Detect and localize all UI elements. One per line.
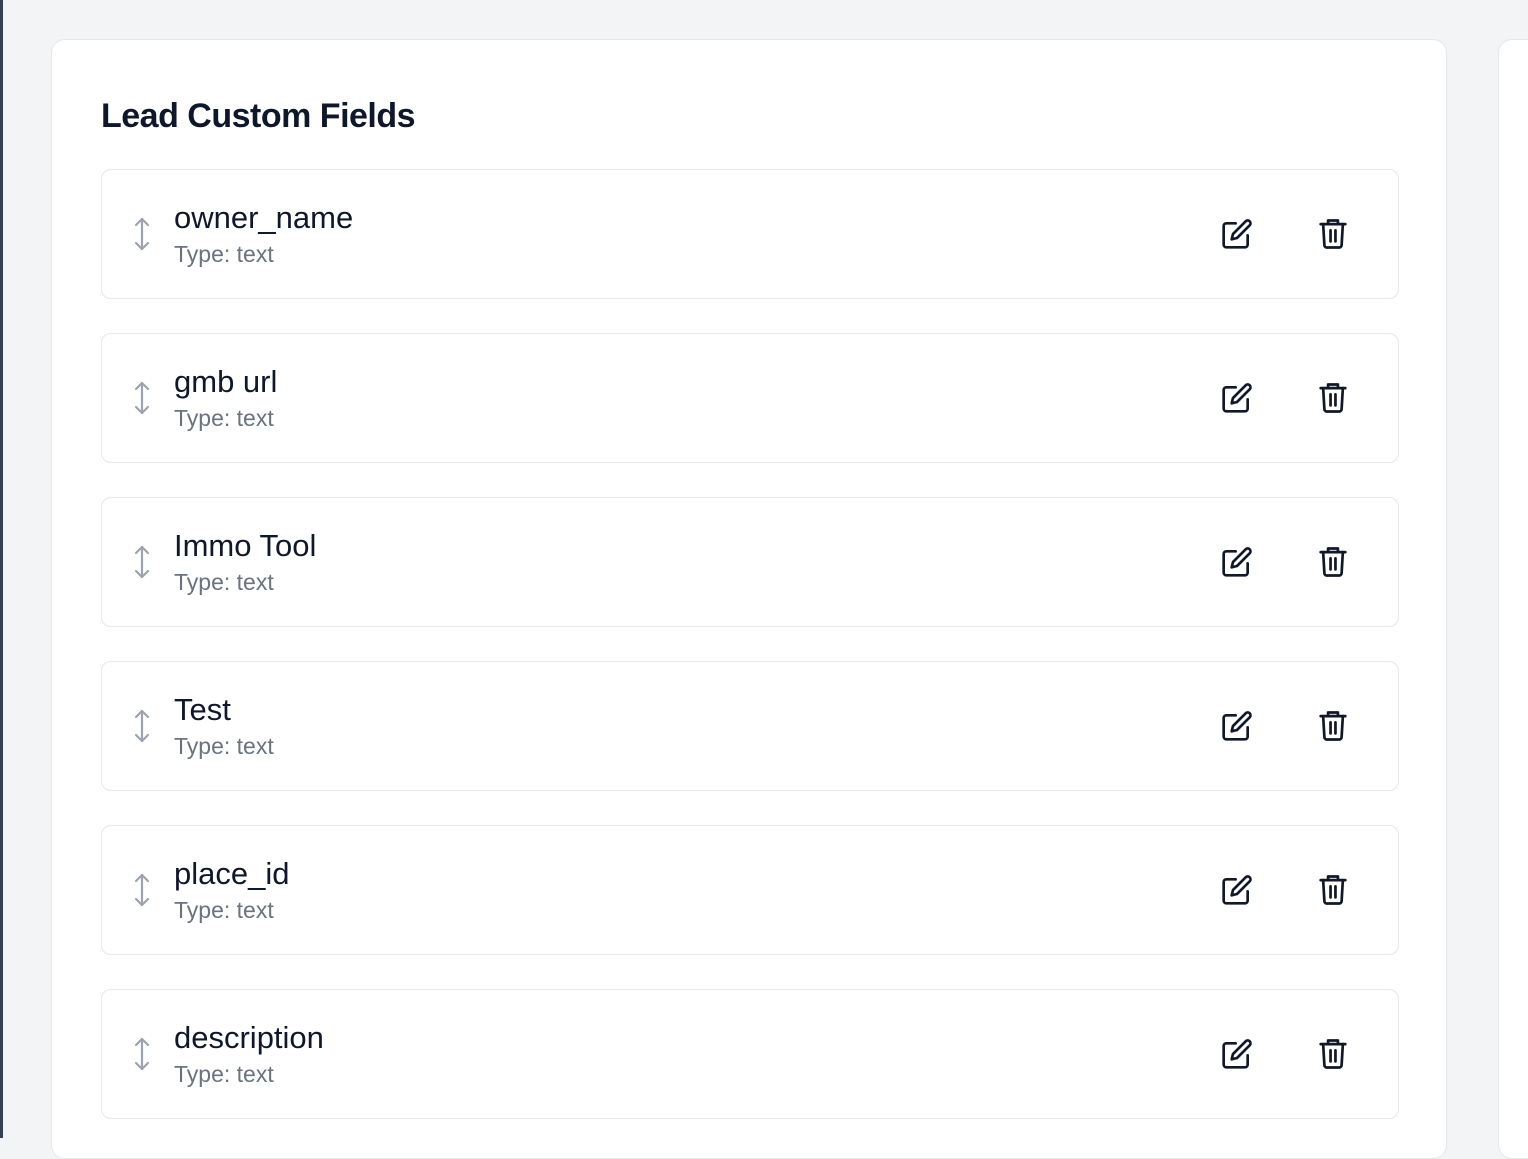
edit-icon <box>1222 547 1252 577</box>
trash-icon <box>1319 383 1347 413</box>
field-type: Type: text <box>174 405 274 431</box>
delete-button[interactable] <box>1313 1034 1353 1074</box>
custom-field-row[interactable]: owner_name Type: text <box>101 169 1399 299</box>
custom-field-list: owner_name Type: text gmb url Type: text <box>101 169 1399 1153</box>
field-info: Immo Tool Type: text <box>174 528 1217 596</box>
custom-field-row[interactable]: gmb url Type: text <box>101 333 1399 463</box>
trash-icon <box>1319 219 1347 249</box>
trash-icon <box>1319 547 1347 577</box>
delete-button[interactable] <box>1313 542 1353 582</box>
edit-icon <box>1222 711 1252 741</box>
field-info: description Type: text <box>174 1020 1217 1088</box>
drag-handle-icon[interactable] <box>132 380 152 416</box>
delete-button[interactable] <box>1313 706 1353 746</box>
field-type: Type: text <box>174 241 274 267</box>
custom-field-row[interactable]: Immo Tool Type: text <box>101 497 1399 627</box>
trash-icon <box>1319 1039 1347 1069</box>
drag-handle-icon[interactable] <box>132 872 152 908</box>
delete-button[interactable] <box>1313 378 1353 418</box>
edit-icon <box>1222 875 1252 905</box>
edit-button[interactable] <box>1217 214 1257 254</box>
delete-button[interactable] <box>1313 870 1353 910</box>
lead-custom-fields-panel: Lead Custom Fields owner_name Type: text… <box>51 39 1447 1159</box>
adjacent-panel <box>1498 39 1528 1159</box>
field-name: Test <box>174 692 231 727</box>
field-name: description <box>174 1020 324 1055</box>
field-type: Type: text <box>174 897 274 923</box>
field-type: Type: text <box>174 569 274 595</box>
trash-icon <box>1319 711 1347 741</box>
field-info: gmb url Type: text <box>174 364 1217 432</box>
trash-icon <box>1319 875 1347 905</box>
custom-field-row[interactable]: place_id Type: text <box>101 825 1399 955</box>
custom-field-row[interactable]: description Type: text <box>101 989 1399 1119</box>
field-name: owner_name <box>174 200 354 235</box>
edit-icon <box>1222 1039 1252 1069</box>
edit-button[interactable] <box>1217 542 1257 582</box>
drag-handle-icon[interactable] <box>132 708 152 744</box>
field-name: Immo Tool <box>174 528 317 563</box>
edit-button[interactable] <box>1217 706 1257 746</box>
window-edge <box>0 0 3 1138</box>
field-type: Type: text <box>174 1061 274 1087</box>
edit-icon <box>1222 219 1252 249</box>
delete-button[interactable] <box>1313 214 1353 254</box>
edit-button[interactable] <box>1217 870 1257 910</box>
custom-field-row[interactable]: Test Type: text <box>101 661 1399 791</box>
field-name: gmb url <box>174 364 278 399</box>
edit-icon <box>1222 383 1252 413</box>
field-info: Test Type: text <box>174 692 1217 760</box>
field-name: place_id <box>174 856 290 891</box>
field-type: Type: text <box>174 733 274 759</box>
panel-title: Lead Custom Fields <box>101 97 416 135</box>
drag-handle-icon[interactable] <box>132 544 152 580</box>
edit-button[interactable] <box>1217 378 1257 418</box>
edit-button[interactable] <box>1217 1034 1257 1074</box>
drag-handle-icon[interactable] <box>132 216 152 252</box>
field-info: owner_name Type: text <box>174 200 1217 268</box>
field-info: place_id Type: text <box>174 856 1217 924</box>
drag-handle-icon[interactable] <box>132 1036 152 1072</box>
